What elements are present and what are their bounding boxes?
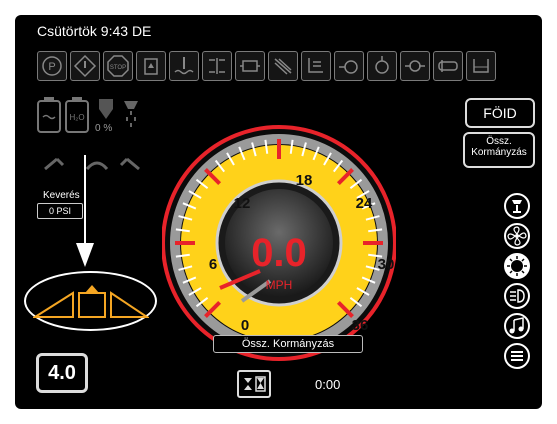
tick-label-36: 36 <box>352 317 369 334</box>
fuel-filter-icon <box>136 51 166 81</box>
svg-text:STOP: STOP <box>110 65 126 71</box>
menu-icon[interactable] <box>504 343 530 369</box>
coolant-temp-icon <box>169 51 199 81</box>
ground-button[interactable]: FÖID <box>465 98 535 128</box>
hydraulic-filter-icon <box>433 51 463 81</box>
annotation-arrow <box>75 155 95 278</box>
steering-button-line2: Kormányzás <box>471 147 527 158</box>
tick-label-30: 30 <box>378 256 395 273</box>
date-time: Csütörtök 9:43 DE <box>37 23 152 39</box>
svg-text:P: P <box>48 61 55 73</box>
battery-icon <box>37 97 61 138</box>
warning-icon <box>70 51 100 81</box>
speedometer-gauge: 0.0 MPH 0 6 12 18 24 30 36 <box>162 125 396 361</box>
headlight-icon[interactable] <box>504 283 530 309</box>
air-filter-icon <box>400 51 430 81</box>
steering-button[interactable]: Össz. Kormányzás <box>463 132 535 168</box>
engine-fan-icon <box>235 51 265 81</box>
svg-text:H₂O: H₂O <box>69 113 84 122</box>
speed-unit: MPH <box>266 278 293 292</box>
work-light-icon[interactable] <box>504 253 530 279</box>
music-icon[interactable] <box>504 313 530 339</box>
oil-level-icon <box>301 51 331 81</box>
tick-label-6: 6 <box>209 256 217 273</box>
transmission-icon <box>202 51 232 81</box>
blank-indicator-icon <box>466 51 496 81</box>
agitator-icon[interactable] <box>504 193 530 219</box>
spray-nozzle-icon <box>121 99 141 138</box>
tick-label-0: 0 <box>241 317 249 334</box>
speed-value: 0.0 <box>251 231 307 275</box>
water-tank-icon: H₂O <box>65 97 89 138</box>
engine-preheat-icon <box>334 51 364 81</box>
timer-value: 0:00 <box>315 377 341 392</box>
boom-sections-control[interactable] <box>31 281 151 326</box>
boom-status-icon <box>41 151 161 182</box>
water-flow-icon <box>95 97 117 126</box>
steering-button-line1: Össz. <box>486 136 512 147</box>
stop-icon: STOP <box>103 51 133 81</box>
steering-mode-label: Össz. Kormányzás <box>213 335 363 353</box>
parking-brake-icon: P <box>37 51 67 81</box>
fan-icon[interactable] <box>504 223 530 249</box>
hydraulic-icon <box>268 51 298 81</box>
tick-label-18: 18 <box>296 172 313 189</box>
oil-pressure-icon <box>367 51 397 81</box>
water-percent: 0 % <box>95 123 113 134</box>
tick-label-24: 24 <box>356 195 373 212</box>
display-screen: Csütörtök 9:43 DE P STOP H₂O 0 % Keverés… <box>15 15 542 409</box>
speed-setting-button[interactable]: 4.0 <box>36 353 88 393</box>
timer-reset-button[interactable] <box>237 370 271 398</box>
tick-label-12: 12 <box>234 195 251 212</box>
